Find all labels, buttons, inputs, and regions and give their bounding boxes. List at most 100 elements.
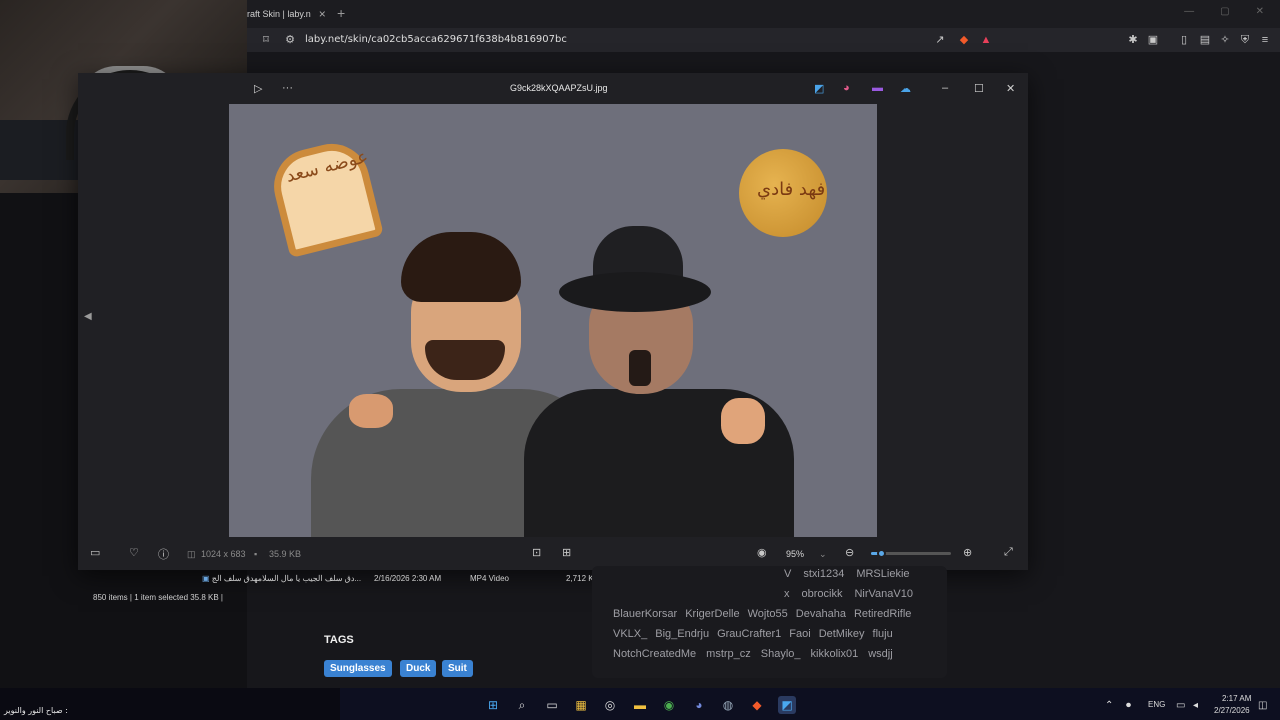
store-icon[interactable]: ▦ xyxy=(572,696,590,714)
discord-icon[interactable]: ◕ xyxy=(690,696,708,714)
username-link[interactable]: KrigerDelle xyxy=(685,608,739,620)
username-link[interactable]: obrocikk xyxy=(802,588,843,600)
clipchamp-icon[interactable]: ▬ xyxy=(872,82,883,94)
zoom-slider[interactable] xyxy=(871,549,951,558)
language-indicator[interactable]: ENG xyxy=(1148,700,1165,709)
tab-close-icon[interactable]: × xyxy=(319,7,326,21)
left-hand-illustration xyxy=(349,394,393,428)
file-size-icon: ▪ xyxy=(254,549,258,559)
stream-ticker-area xyxy=(0,688,340,720)
username-link[interactable]: Big_Endrju xyxy=(655,628,709,640)
username-link[interactable]: RetiredRifle xyxy=(854,608,911,620)
username-link[interactable]: mstrp_cz xyxy=(706,648,751,660)
zoom-slider-thumb[interactable] xyxy=(876,549,886,558)
edit-icon[interactable]: ◩ xyxy=(814,82,824,95)
username-link[interactable]: stxi1234 xyxy=(803,568,844,580)
username-link[interactable]: x xyxy=(784,588,790,600)
vpn-icon[interactable]: ⛨ xyxy=(1238,33,1252,47)
zoom-dropdown-icon[interactable]: ⌄ xyxy=(819,549,827,560)
username-link[interactable]: wsdjj xyxy=(868,648,892,660)
recorder-icon[interactable]: ◎ xyxy=(601,696,619,714)
browser-window-controls: — ▢ ✕ xyxy=(1184,6,1264,17)
brave-icon[interactable]: ◆ xyxy=(748,696,766,714)
zoom-in-icon[interactable]: ⊕ xyxy=(963,546,972,559)
bookmark-icon[interactable]: ⌑ xyxy=(259,33,273,47)
previous-image-icon[interactable]: ◀ xyxy=(84,311,92,322)
extensions-icon[interactable]: ✱ xyxy=(1126,33,1140,47)
right-hand-illustration xyxy=(721,398,765,444)
favorite-icon[interactable]: ♡ xyxy=(129,546,139,559)
clock-date[interactable]: 2/27/2026 xyxy=(1214,706,1250,715)
wallet-icon[interactable]: ▤ xyxy=(1198,33,1212,47)
name-row: NotchCreatedMe mstrp_cz Shaylo_ kikkolix… xyxy=(613,648,893,660)
actual-size-icon[interactable]: ⊞ xyxy=(562,546,571,559)
sidebar-icon[interactable]: ▯ xyxy=(1177,33,1191,47)
username-link[interactable]: NirVanaV10 xyxy=(854,588,913,600)
cookie-sticker-text: فهد فادي xyxy=(757,179,826,200)
file-explorer-icon[interactable]: ▬ xyxy=(631,696,649,714)
username-link[interactable]: NotchCreatedMe xyxy=(613,648,696,660)
network-icon[interactable]: ▭ xyxy=(1176,700,1185,711)
browser-tab[interactable]: raft Skin | laby.n × xyxy=(247,4,331,24)
leo-ai-icon[interactable]: ✧ xyxy=(1218,33,1232,47)
full-screen-icon[interactable]: ⤢ xyxy=(1004,546,1013,559)
name-row: BlauerKorsar KrigerDelle Wojto55 Devahah… xyxy=(613,608,911,620)
username-link[interactable]: GrauCrafter1 xyxy=(717,628,781,640)
photos-icon[interactable]: ◩ xyxy=(778,696,796,714)
username-link[interactable]: VKLX_ xyxy=(613,628,647,640)
new-tab-button[interactable]: + xyxy=(337,5,345,21)
task-view-icon[interactable]: ▭ xyxy=(543,696,561,714)
media-icon[interactable]: ▣ xyxy=(1146,33,1160,47)
viewer-title-bar: ▷ ··· G9ck28kXQAAPZsU.jpg ◩ ◕ ▬ ☁ – ☐ ✕ xyxy=(248,73,1028,104)
tag-suit[interactable]: Suit xyxy=(442,660,473,677)
username-link[interactable]: BlauerKorsar xyxy=(613,608,677,620)
maximize-icon[interactable]: ▢ xyxy=(1220,6,1229,17)
fit-to-window-icon[interactable]: ⊡ xyxy=(532,546,541,559)
username-link[interactable]: Faoi xyxy=(789,628,810,640)
paint-icon[interactable]: ◕ xyxy=(843,82,850,94)
viewer-maximize-icon[interactable]: ☐ xyxy=(974,82,984,95)
microphone-icon[interactable]: ⏺ xyxy=(1126,700,1131,711)
chrome-icon[interactable]: ◉ xyxy=(660,696,678,714)
minimize-icon[interactable]: — xyxy=(1184,6,1194,17)
username-link[interactable]: fluju xyxy=(873,628,893,640)
username-link[interactable]: Devahaha xyxy=(796,608,846,620)
visual-search-icon[interactable]: ◉ xyxy=(757,546,767,559)
goatee-illustration xyxy=(629,350,651,386)
steam-icon[interactable]: ◍ xyxy=(719,696,737,714)
brave-shield-icon[interactable]: ◆ xyxy=(957,33,971,47)
address-bar[interactable]: laby.net/skin/ca02cb5acca629671f638b4b81… xyxy=(305,34,567,45)
tray-overflow-icon[interactable]: ⌃ xyxy=(1105,700,1113,711)
brave-rewards-icon[interactable]: ▲ xyxy=(979,33,993,47)
username-link[interactable]: V xyxy=(784,568,791,580)
onedrive-icon[interactable]: ☁ xyxy=(900,82,911,95)
username-link[interactable]: Wojto55 xyxy=(748,608,788,620)
film-strip-icon[interactable]: ▭ xyxy=(90,546,100,559)
clock-time[interactable]: 2:17 AM xyxy=(1222,694,1251,703)
viewer-minimize-icon[interactable]: – xyxy=(942,82,948,94)
slideshow-icon[interactable]: ▷ xyxy=(254,82,262,95)
username-link[interactable]: Shaylo_ xyxy=(761,648,801,660)
explorer-file-row[interactable]: ▣ دق سلف الجيب يا مال السلامهدق سلف الج.… xyxy=(202,574,599,588)
username-link[interactable]: DetMikey xyxy=(819,628,865,640)
search-icon[interactable]: ⌕ xyxy=(513,696,531,714)
tag-duck[interactable]: Duck xyxy=(400,660,437,677)
fedora-brim xyxy=(559,272,711,312)
tag-sunglasses[interactable]: Sunglasses xyxy=(324,660,392,677)
share-icon[interactable]: ↗ xyxy=(933,33,947,47)
zoom-level[interactable]: 95% xyxy=(786,549,804,559)
site-info-icon[interactable]: ⚙ xyxy=(283,33,297,47)
zoom-out-icon[interactable]: ⊖ xyxy=(845,546,854,559)
close-icon[interactable]: ✕ xyxy=(1256,6,1264,17)
file-info-icon[interactable]: ⓘ xyxy=(158,546,169,562)
username-link[interactable]: MRSLiekie xyxy=(856,568,909,580)
file-date: 2/16/2026 2:30 AM xyxy=(374,574,442,583)
notifications-icon[interactable]: ◫ xyxy=(1258,700,1267,711)
viewer-close-icon[interactable]: ✕ xyxy=(1006,82,1015,95)
tags-heading: TAGS xyxy=(324,634,354,646)
start-icon[interactable]: ⊞ xyxy=(484,696,502,714)
more-options-button[interactable]: ··· xyxy=(282,82,293,94)
menu-icon[interactable]: ≡ xyxy=(1258,33,1272,47)
username-link[interactable]: kikkolix01 xyxy=(811,648,859,660)
volume-icon[interactable]: ◂ xyxy=(1193,700,1198,711)
